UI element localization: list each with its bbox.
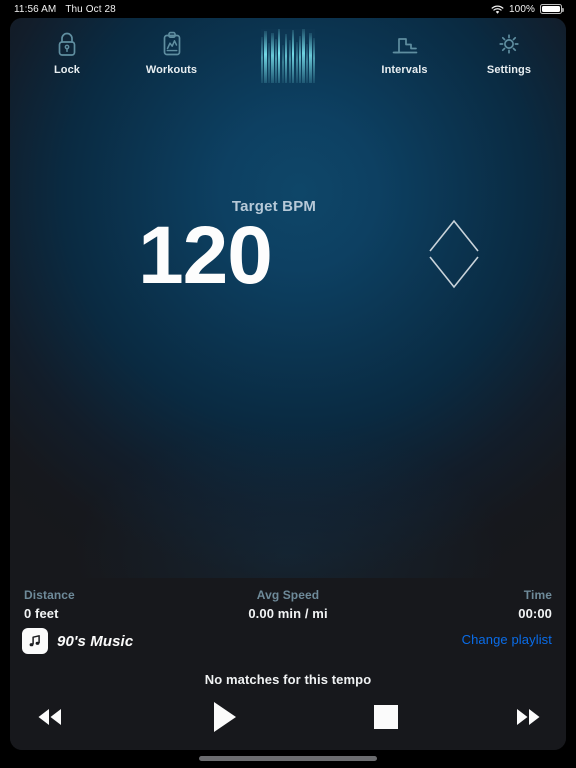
playlist-row: 90's Music Change playlist (10, 628, 566, 664)
stat-avg-speed: Avg Speed 0.00 min / mi (10, 588, 566, 621)
change-playlist-link[interactable]: Change playlist (462, 632, 552, 647)
stop-icon (372, 703, 400, 736)
steps-chart-icon (390, 28, 420, 60)
status-date: Thu Oct 28 (65, 3, 116, 15)
stop-button[interactable] (358, 693, 414, 745)
target-bpm-row: 120 (10, 211, 566, 307)
toolbar-item-lock[interactable]: Lock (24, 28, 110, 76)
tempo-status-message: No matches for this tempo (204, 672, 372, 687)
chevron-up-icon (429, 219, 479, 252)
stats-row: Distance 0 feet Avg Speed 0.00 min / mi … (10, 578, 566, 626)
clipboard-chart-icon (160, 28, 184, 60)
app-toolbar: Lock Workouts Intervals Settings (10, 18, 566, 90)
stat-avg-speed-label: Avg Speed (256, 588, 320, 602)
status-bar-left: 11:56 AM Thu Oct 28 (14, 4, 116, 15)
stat-time-label: Time (523, 588, 552, 602)
target-bpm-value: 120 (138, 210, 273, 301)
home-indicator (199, 756, 377, 761)
toolbar-item-workouts[interactable]: Workouts (129, 28, 215, 76)
bottom-panel: Distance 0 feet Avg Speed 0.00 min / mi … (10, 578, 566, 750)
play-icon (209, 700, 239, 739)
stat-avg-speed-value: 0.00 min / mi (248, 606, 328, 621)
status-bar: 11:56 AM Thu Oct 28 100% (0, 0, 576, 18)
target-bpm-section: Target BPM 120 (10, 198, 566, 307)
toolbar-label-intervals: Intervals (381, 64, 428, 76)
wifi-icon (491, 5, 504, 15)
lock-icon (55, 28, 79, 60)
toolbar-label-workouts: Workouts (145, 64, 198, 76)
transport-controls (10, 693, 566, 750)
stat-time: Time 00:00 (518, 588, 552, 621)
toolbar-item-intervals[interactable]: Intervals (362, 28, 448, 76)
toolbar-label-settings: Settings (486, 64, 532, 76)
previous-track-button[interactable] (22, 693, 78, 745)
next-track-button[interactable] (500, 693, 556, 745)
toolbar-label-lock: Lock (53, 64, 81, 76)
current-playlist[interactable]: 90's Music (22, 628, 133, 654)
ipad-screen: 11:56 AM Thu Oct 28 100% Lock Workouts I… (0, 0, 576, 768)
app-window: Lock Workouts Intervals Settings Target … (10, 18, 566, 750)
battery-icon (540, 4, 564, 14)
status-time: 11:56 AM (14, 3, 57, 15)
chevron-down-icon (429, 256, 479, 289)
toolbar-item-settings[interactable]: Settings (466, 28, 552, 76)
battery-percent: 100% (509, 3, 535, 15)
rewind-icon (33, 706, 67, 733)
stat-time-value: 00:00 (518, 606, 552, 621)
toolbar-item-logo[interactable] (233, 28, 343, 83)
play-button[interactable] (196, 693, 252, 745)
playlist-name: 90's Music (57, 632, 134, 650)
gear-icon (496, 28, 522, 60)
status-bar-right: 100% (491, 3, 564, 15)
music-note-icon (22, 628, 48, 654)
waveform-bars-logo (261, 29, 315, 83)
bpm-stepper[interactable] (423, 215, 485, 293)
fast-forward-icon (511, 706, 545, 733)
